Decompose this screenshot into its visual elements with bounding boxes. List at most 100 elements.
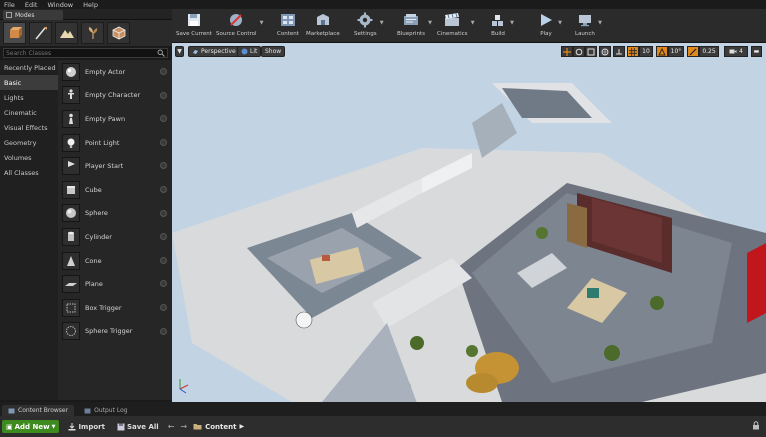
list-item[interactable]: Sphere [58, 202, 172, 226]
cinematics-label: Cinematics [437, 31, 468, 37]
scale-tool-button[interactable] [585, 46, 597, 57]
chevron-down-icon[interactable]: ▼ [380, 20, 384, 26]
viewport-options-button[interactable]: ▼ [175, 46, 184, 57]
launch-button[interactable]: Launch ▼ [575, 11, 602, 41]
help-icon[interactable] [160, 303, 167, 311]
play-button[interactable]: Play ▼ [537, 11, 562, 41]
help-icon[interactable] [160, 138, 167, 146]
folder-icon [193, 424, 202, 430]
rotation-snap-value[interactable]: 10° [668, 46, 684, 57]
cube-icon [62, 180, 80, 199]
rotation-snap-toggle[interactable] [656, 46, 668, 57]
item-label: Box Trigger [85, 303, 122, 312]
help-icon[interactable] [160, 91, 167, 99]
add-new-button[interactable]: ▣ Add New ▼ [2, 420, 60, 433]
camera-speed-button[interactable]: 4 [724, 46, 748, 57]
show-button[interactable]: Show [261, 46, 286, 57]
marketplace-button[interactable]: Marketplace [306, 11, 340, 41]
lock-icon[interactable] [752, 421, 760, 432]
menu-help[interactable]: Help [83, 1, 98, 9]
tab-output-log[interactable]: Output Log [78, 405, 134, 416]
item-label: Plane [85, 280, 103, 289]
grid-snap-toggle[interactable] [627, 46, 639, 57]
tab-content-browser[interactable]: Content Browser [2, 405, 75, 416]
level-viewport[interactable] [172, 43, 766, 402]
help-icon[interactable] [160, 327, 167, 335]
place-mode-button[interactable] [3, 22, 26, 44]
content-button[interactable]: Content [277, 11, 299, 41]
rotate-tool-button[interactable] [573, 46, 585, 57]
list-item[interactable]: Empty Pawn [58, 107, 172, 131]
content-label: Content [277, 31, 299, 37]
menu-file[interactable]: File [4, 1, 15, 9]
settings-button[interactable]: Settings ▼ [354, 11, 384, 41]
blueprints-button[interactable]: Blueprints ▼ [397, 11, 432, 41]
paint-mode-button[interactable] [29, 22, 52, 44]
menu-edit[interactable]: Edit [25, 1, 38, 9]
category-cinematic[interactable]: Cinematic [0, 105, 58, 120]
lit-sphere-icon [241, 48, 248, 55]
world-space-button[interactable] [599, 46, 611, 57]
list-item[interactable]: Plane [58, 272, 172, 296]
category-volumes[interactable]: Volumes [0, 150, 58, 165]
help-icon[interactable] [160, 256, 167, 264]
help-icon[interactable] [160, 115, 167, 123]
category-visual-effects[interactable]: Visual Effects [0, 120, 58, 135]
import-button[interactable]: Import [65, 420, 108, 433]
help-icon[interactable] [160, 162, 167, 170]
help-icon[interactable] [160, 233, 167, 241]
maximize-viewport-button[interactable]: ▬ [751, 46, 762, 57]
surface-snap-button[interactable] [613, 46, 625, 57]
forward-arrow-icon[interactable]: → [180, 422, 187, 431]
save-current-button[interactable]: Save Current [176, 11, 212, 41]
help-icon[interactable] [160, 68, 167, 75]
foliage-mode-button[interactable] [81, 22, 104, 44]
scale-snap-value[interactable]: 0.25 [699, 46, 719, 57]
build-button[interactable]: Build ▼ [489, 11, 514, 41]
help-icon[interactable] [160, 209, 167, 217]
menu-window[interactable]: Window [47, 1, 73, 9]
chevron-down-icon[interactable]: ▼ [510, 20, 514, 26]
list-item[interactable]: Empty Character [58, 84, 172, 108]
search-input[interactable] [4, 49, 154, 58]
chevron-down-icon[interactable]: ▼ [428, 20, 432, 26]
scale-snap-toggle[interactable] [687, 46, 699, 57]
help-icon[interactable] [160, 280, 167, 288]
chevron-down-icon[interactable]: ▼ [598, 20, 602, 26]
category-recently-placed[interactable]: Recently Placed [0, 60, 58, 75]
chevron-down-icon[interactable]: ▼ [471, 20, 475, 26]
back-arrow-icon[interactable]: ← [168, 422, 175, 431]
tab-modes[interactable]: Modes [3, 10, 63, 20]
list-item[interactable]: Box Trigger [58, 296, 172, 320]
grid-snap-value[interactable]: 10 [639, 46, 653, 57]
chevron-down-icon[interactable]: ▼ [260, 20, 264, 26]
mode-toolbar [0, 20, 172, 46]
list-item[interactable]: Sphere Trigger [58, 320, 172, 344]
perspective-button[interactable]: Perspective [188, 46, 240, 57]
save-all-button[interactable]: Save All [114, 420, 162, 433]
category-basic[interactable]: Basic [0, 75, 58, 90]
item-label: Cone [85, 256, 102, 265]
show-label: Show [265, 48, 282, 55]
help-icon[interactable] [160, 185, 167, 193]
lit-view-button[interactable]: Lit [237, 46, 262, 57]
list-item[interactable]: Cube [58, 178, 172, 202]
category-all-classes[interactable]: All Classes [0, 165, 58, 180]
list-item[interactable]: Point Light [58, 131, 172, 155]
tab-content-browser-label: Content Browser [18, 407, 69, 414]
category-lights[interactable]: Lights [0, 90, 58, 105]
breadcrumb[interactable]: Content ▶ [193, 423, 244, 431]
landscape-mode-button[interactable] [55, 22, 78, 44]
search-icon [157, 49, 165, 57]
list-item[interactable]: Player Start [58, 154, 172, 178]
bottom-tab-strip: Content Browser Output Log [0, 402, 766, 416]
geometry-edit-mode-button[interactable] [107, 22, 130, 44]
list-item[interactable]: Cone [58, 249, 172, 273]
cinematics-button[interactable]: Cinematics ▼ [437, 11, 475, 41]
list-item[interactable]: Cylinder [58, 225, 172, 249]
translate-tool-button[interactable] [561, 46, 573, 57]
source-control-button[interactable]: Source Control ▼ [216, 11, 264, 41]
category-geometry[interactable]: Geometry [0, 135, 58, 150]
chevron-down-icon[interactable]: ▼ [558, 20, 562, 26]
list-item[interactable]: Empty Actor [58, 60, 172, 84]
